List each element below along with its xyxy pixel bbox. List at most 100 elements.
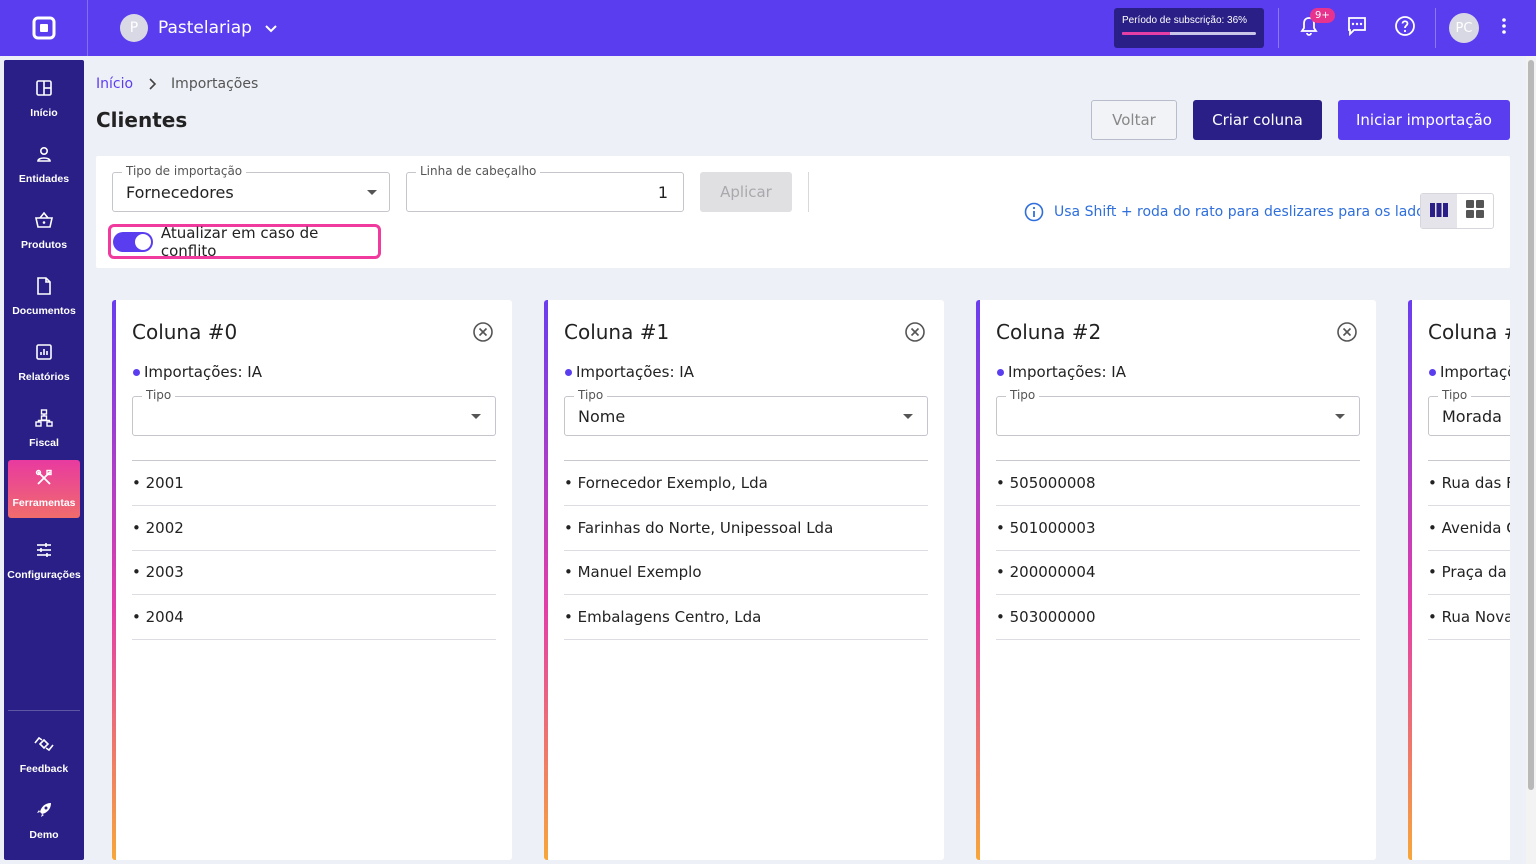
- divider: [1435, 8, 1436, 48]
- scrollbar-thumb[interactable]: [1528, 60, 1534, 790]
- list-item: • 200000004: [996, 550, 1360, 595]
- sidebar-item-label: Configurações: [7, 569, 81, 581]
- column-card: Coluna #0 Importações: IA Tipo • 2001 • …: [112, 300, 512, 860]
- status-dot: [997, 368, 1004, 376]
- toggle-switch[interactable]: [113, 231, 153, 252]
- column-card: Coluna #1 Importações: IA Tipo Nome • Fo…: [544, 300, 944, 860]
- import-settings-panel: Tipo de importação Fornecedores Linha de…: [96, 156, 1510, 268]
- page-scrollbar[interactable]: [1526, 56, 1536, 864]
- avatar: PC: [1449, 13, 1479, 43]
- column-type-label: Tipo: [1006, 388, 1040, 402]
- import-type-select[interactable]: Tipo de importação Fornecedores: [112, 164, 390, 212]
- tools-icon: [35, 469, 53, 491]
- sidebar-item-demo[interactable]: Demo: [8, 792, 80, 850]
- toggle-knob: [134, 233, 151, 250]
- import-type-value: Fornecedores: [126, 183, 234, 202]
- close-circle-icon[interactable]: [1336, 321, 1358, 343]
- list-item: • Fornecedor Exemplo, Lda: [564, 461, 928, 506]
- close-circle-icon[interactable]: [472, 321, 494, 343]
- scroll-hint: Usa Shift + roda do rato para deslizares…: [1024, 202, 1432, 222]
- user-avatar-button[interactable]: PC: [1442, 0, 1486, 56]
- breadcrumb-home-link[interactable]: Início: [96, 76, 133, 92]
- rocket-icon: [35, 801, 53, 823]
- column-title: Coluna #0: [132, 320, 238, 344]
- sidebar-item-label: Feedback: [19, 763, 69, 775]
- column-title: Coluna #1: [564, 320, 670, 344]
- column-import-label: Importações: IA: [144, 363, 262, 381]
- list-item: • Farinhas do Norte, Unipessoal Lda: [564, 506, 928, 551]
- subscription-label: Período de subscrição: 36%: [1122, 15, 1248, 26]
- list-item: • 2003: [132, 550, 496, 595]
- column-import-label: Importações: IA: [1008, 363, 1126, 381]
- sidebar-item-ferramentas[interactable]: Ferramentas: [8, 460, 80, 518]
- column-type-label: Tipo: [574, 388, 608, 402]
- columns-container[interactable]: Coluna #0 Importações: IA Tipo • 2001 • …: [112, 300, 1510, 860]
- basket-icon: [34, 211, 54, 233]
- sidebar-item-label: Relatórios: [18, 371, 70, 383]
- column-accent-bar: [544, 300, 548, 860]
- column-card: Coluna #3 Importações: IA Tipo Morada • …: [1408, 300, 1510, 860]
- column-type-label: Tipo: [142, 388, 176, 402]
- divider: [1278, 8, 1279, 48]
- sidebar-item-documentos[interactable]: Documentos: [8, 268, 80, 326]
- feedback-icon: [33, 735, 55, 757]
- help-button[interactable]: [1381, 0, 1429, 56]
- list-item: • 2002: [132, 506, 496, 551]
- chevron-down-icon: [264, 21, 278, 35]
- app-logo-icon[interactable]: [0, 0, 88, 56]
- sidebar-item-label: Ferramentas: [12, 497, 76, 509]
- column-import-status: Importações: IA: [1429, 363, 1510, 381]
- sidebar: Início Entidades Produtos Documentos Rel…: [4, 60, 84, 860]
- more-menu-button[interactable]: [1486, 0, 1522, 56]
- list-item: • 503000000: [996, 595, 1360, 640]
- header-line-input[interactable]: Linha de cabeçalho 1: [406, 164, 684, 212]
- grid-view-button[interactable]: [1457, 194, 1493, 228]
- sidebar-item-label: Fiscal: [29, 437, 59, 449]
- sidebar-item-label: Início: [30, 107, 58, 119]
- chevron-right-icon: [147, 78, 157, 90]
- sidebar-item-fiscal[interactable]: Fiscal: [8, 400, 80, 458]
- grid-view-icon: [1466, 200, 1484, 222]
- column-import-status: Importações: IA: [997, 363, 1126, 381]
- list-item: • Avenida C: [1428, 506, 1510, 551]
- column-accent-bar: [976, 300, 980, 860]
- apply-button[interactable]: Aplicar: [700, 172, 792, 212]
- view-mode-toggle: [1420, 193, 1494, 229]
- close-circle-icon[interactable]: [904, 321, 926, 343]
- back-button[interactable]: Voltar: [1091, 100, 1177, 140]
- info-icon: [1024, 202, 1044, 222]
- columns-view-button[interactable]: [1421, 194, 1457, 228]
- sidebar-item-relatorios[interactable]: Relatórios: [8, 334, 80, 392]
- sidebar-item-produtos[interactable]: Produtos: [8, 202, 80, 260]
- column-type-select[interactable]: Tipo: [996, 388, 1360, 436]
- status-dot: [133, 368, 140, 376]
- notifications-button[interactable]: 9+: [1285, 0, 1335, 56]
- subscription-bar-fill: [1122, 32, 1171, 35]
- start-import-button[interactable]: Iniciar importação: [1338, 100, 1510, 140]
- chat-icon: [1346, 15, 1368, 41]
- column-type-select[interactable]: Tipo: [132, 388, 496, 436]
- column-type-select[interactable]: Tipo Nome: [564, 388, 928, 436]
- sidebar-item-label: Entidades: [18, 173, 70, 185]
- header-line-label: Linha de cabeçalho: [416, 164, 541, 178]
- conflict-update-toggle[interactable]: Atualizar em caso de conflito: [108, 224, 381, 260]
- document-icon: [36, 277, 52, 299]
- subscription-progress[interactable]: Período de subscrição: 36%: [1114, 8, 1264, 48]
- sidebar-item-entidades[interactable]: Entidades: [8, 136, 80, 194]
- company-avatar: P: [120, 14, 148, 42]
- create-column-button[interactable]: Criar coluna: [1193, 100, 1322, 140]
- column-type-select[interactable]: Tipo Morada: [1428, 388, 1510, 436]
- column-import-status: Importações: IA: [565, 363, 694, 381]
- sidebar-item-inicio[interactable]: Início: [8, 70, 80, 128]
- column-card: Coluna #2 Importações: IA Tipo • 5050000…: [976, 300, 1376, 860]
- messages-button[interactable]: [1333, 0, 1381, 56]
- column-accent-bar: [1408, 300, 1412, 860]
- company-name: Pastelariap: [158, 18, 252, 38]
- company-selector[interactable]: P Pastelariap: [120, 14, 278, 42]
- sidebar-item-feedback[interactable]: Feedback: [8, 726, 80, 784]
- sidebar-item-label: Documentos: [12, 305, 76, 317]
- list-item: • Praça da F: [1428, 550, 1510, 595]
- sidebar-item-label: Demo: [29, 829, 59, 841]
- sidebar-item-configuracoes[interactable]: Configurações: [7, 532, 81, 590]
- column-import-label: Importações: IA: [576, 363, 694, 381]
